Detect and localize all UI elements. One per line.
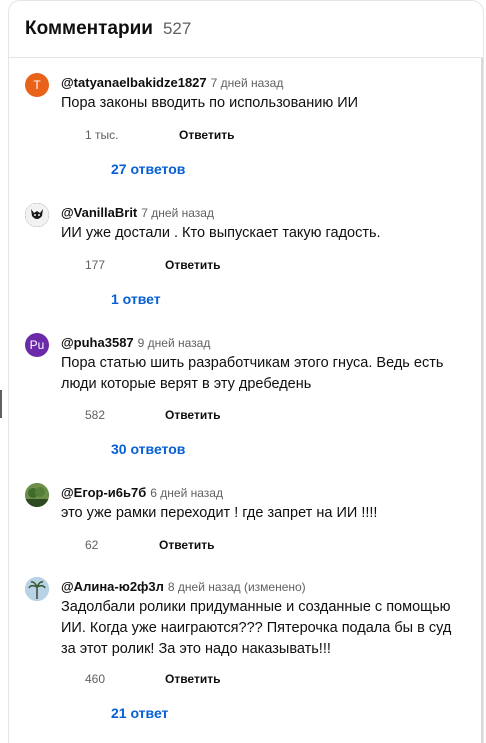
reply-button[interactable]: Ответить bbox=[159, 538, 214, 552]
comment-time[interactable]: 7 дней назад bbox=[141, 206, 214, 220]
like-count: 460 bbox=[85, 672, 106, 686]
reply-button[interactable]: Ответить bbox=[179, 128, 234, 142]
like-count: 62 bbox=[85, 538, 99, 552]
comment-actions: 62 Ответить bbox=[25, 538, 465, 554]
comment-actions: 177 Ответить bbox=[25, 258, 465, 274]
like-count: 177 bbox=[85, 258, 106, 272]
comment-author[interactable]: @puha3587 bbox=[61, 335, 134, 350]
comment-author[interactable]: @Алина-ю2ф3л bbox=[61, 579, 164, 594]
comment-text: ИИ уже достали . Кто выпускает такую гад… bbox=[61, 225, 381, 241]
view-replies-link[interactable]: 21 ответ bbox=[111, 705, 168, 721]
avatar[interactable] bbox=[25, 577, 49, 601]
like-count: 582 bbox=[85, 408, 106, 422]
comments-count: 527 bbox=[162, 19, 192, 38]
scrollbar[interactable] bbox=[481, 58, 483, 743]
comment-text: это уже рамки переходит ! где запрет на … bbox=[61, 505, 378, 521]
comment-meta: @Алина-ю2ф3л 8 дней назад (изменено) bbox=[61, 578, 306, 596]
comment-text: Пора статью шить разработчикам этого гну… bbox=[61, 355, 444, 392]
comment-text: Задолбали ролики придуманные и созданные… bbox=[61, 599, 452, 657]
comment-meta: @puha3587 9 дней назад bbox=[61, 334, 210, 352]
reply-button[interactable]: Ответить bbox=[165, 408, 220, 422]
reply-button[interactable]: Ответить bbox=[165, 258, 220, 272]
comment-time[interactable]: 9 дней назад bbox=[138, 336, 211, 350]
comment-author[interactable]: @tatyanaelbakidze1827 bbox=[61, 75, 207, 90]
palm-photo-icon bbox=[25, 577, 49, 601]
avatar[interactable] bbox=[25, 483, 49, 507]
comment-time[interactable]: 7 дней назад bbox=[211, 76, 284, 90]
avatar[interactable]: Pu bbox=[25, 333, 49, 357]
comment-meta: @Егор-и6ь7б 6 дней назад bbox=[61, 484, 223, 502]
avatar[interactable]: T bbox=[25, 73, 49, 97]
comment-text: Пора законы вводить по использованию ИИ bbox=[61, 95, 359, 111]
view-replies-link[interactable]: 30 ответов bbox=[111, 441, 185, 457]
view-replies-link[interactable]: 27 ответов bbox=[111, 161, 185, 177]
comments-header: Комментарии 527 bbox=[25, 18, 191, 40]
comment-time[interactable]: 8 дней назад (изменено) bbox=[168, 580, 306, 594]
view-replies-link[interactable]: 1 ответ bbox=[111, 291, 161, 307]
comments-title: Комментарии bbox=[25, 18, 153, 39]
comment-actions: 460 Ответить bbox=[25, 672, 465, 688]
avatar[interactable] bbox=[25, 203, 49, 227]
tree-photo-icon bbox=[25, 483, 49, 507]
like-count: 1 тыс. bbox=[85, 128, 119, 142]
reply-button[interactable]: Ответить bbox=[165, 672, 220, 686]
comment-author[interactable]: @VanillaBrit bbox=[61, 205, 137, 220]
avatar-letter: T bbox=[33, 78, 41, 92]
comment-author[interactable]: @Егор-и6ь7б bbox=[61, 485, 146, 500]
edge-handle bbox=[0, 390, 2, 418]
comment-meta: @VanillaBrit 7 дней назад bbox=[61, 204, 214, 222]
comment-actions: 582 Ответить bbox=[25, 408, 465, 424]
cat-silhouette-icon bbox=[25, 203, 49, 227]
header-divider bbox=[9, 57, 484, 58]
avatar-letter: Pu bbox=[29, 338, 45, 352]
comment-time[interactable]: 6 дней назад bbox=[150, 486, 223, 500]
comment-actions: 1 тыс. Ответить bbox=[25, 128, 465, 144]
comment-meta: @tatyanaelbakidze1827 7 дней назад bbox=[61, 74, 283, 92]
